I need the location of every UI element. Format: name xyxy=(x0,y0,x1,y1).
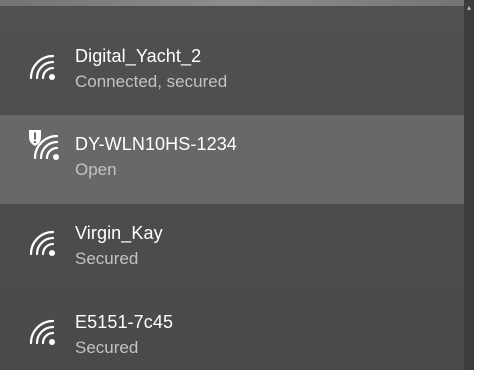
network-item-virgin-kay[interactable]: Virgin_Kay Secured xyxy=(0,204,474,293)
top-edge-strip xyxy=(0,0,474,6)
network-item-e5151-7c45[interactable]: E5151-7c45 Secured xyxy=(0,293,474,370)
network-status: Connected, secured xyxy=(75,72,228,91)
network-status: Secured xyxy=(75,249,139,268)
wifi-signal-icon xyxy=(29,230,55,256)
network-name: E5151-7c45 xyxy=(75,312,174,332)
wifi-network-list: Digital_Yacht_2 Connected, secured DY-WL… xyxy=(0,0,474,370)
network-name: Digital_Yacht_2 xyxy=(75,46,202,66)
network-name: Virgin_Kay xyxy=(75,223,163,243)
wifi-open-warning-icon xyxy=(29,130,59,160)
wifi-signal-icon xyxy=(29,319,55,345)
window-edge xyxy=(474,0,484,378)
network-item-digital-yacht-2[interactable]: Digital_Yacht_2 Connected, secured xyxy=(0,22,474,111)
wifi-signal-icon xyxy=(29,54,55,80)
network-item-dy-wln10hs-1234[interactable]: DY-WLN10HS-1234 Open xyxy=(0,115,474,204)
scrollbar[interactable]: ▴ xyxy=(464,0,474,370)
network-name: DY-WLN10HS-1234 xyxy=(75,134,237,154)
network-status: Open xyxy=(75,160,117,179)
network-status: Secured xyxy=(75,338,139,357)
scroll-up-icon[interactable]: ▴ xyxy=(465,4,473,12)
